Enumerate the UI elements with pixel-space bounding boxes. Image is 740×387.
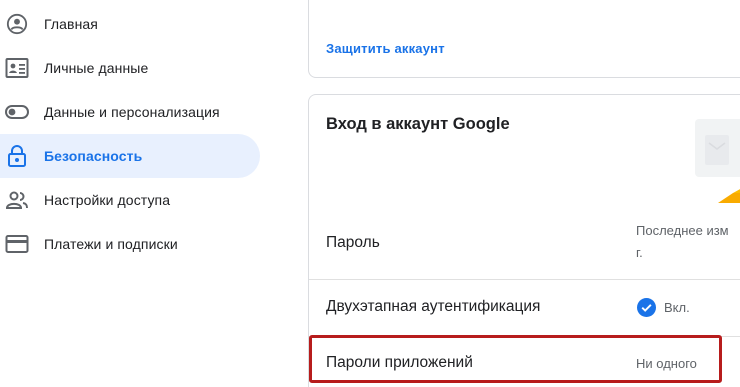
card-title: Вход в аккаунт Google: [326, 115, 510, 133]
people-icon: [5, 188, 29, 212]
check-circle-icon: [637, 298, 656, 322]
sidebar-item-home[interactable]: Главная: [0, 2, 260, 46]
sidebar-item-payments[interactable]: Платежи и подписки: [0, 222, 260, 266]
sidebar-item-label: Главная: [44, 16, 98, 32]
sidebar-item-label: Настройки доступа: [44, 192, 171, 208]
password-last-changed-suffix: г.: [636, 245, 643, 260]
sidebar-item-access-settings[interactable]: Настройки доступа: [0, 178, 260, 222]
two-step-status: Вкл.: [664, 300, 690, 315]
account-circle-icon: [5, 12, 29, 36]
sidebar-item-label: Данные и персонализация: [44, 104, 220, 120]
app-passwords-value: Ни одного: [636, 356, 697, 371]
sidebar-item-label: Безопасность: [44, 148, 143, 164]
sidebar: Главная Личные данные Данные и персонали…: [0, 0, 290, 387]
credit-card-icon: [5, 232, 29, 256]
app-passwords-row[interactable]: Пароли приложений Ни одного: [309, 337, 740, 387]
signin-illustration-icon: [695, 119, 740, 203]
app-passwords-label: Пароли приложений: [326, 354, 473, 371]
password-label: Пароль: [326, 234, 380, 251]
security-issues-card: Защитить аккаунт: [308, 0, 740, 78]
sidebar-item-data-personalization[interactable]: Данные и персонализация: [0, 90, 260, 134]
password-last-changed: Последнее изм: [636, 223, 729, 238]
two-step-label: Двухэтапная аутентификация: [326, 298, 541, 315]
sidebar-item-security[interactable]: Безопасность: [0, 134, 260, 178]
sidebar-item-label: Платежи и подписки: [44, 236, 178, 252]
sidebar-item-personal-info[interactable]: Личные данные: [0, 46, 260, 90]
toggle-icon: [5, 100, 29, 124]
password-row[interactable]: Пароль Последнее изм г.: [309, 213, 740, 275]
protect-account-link[interactable]: Защитить аккаунт: [326, 41, 445, 56]
page: Главная Личные данные Данные и персонали…: [0, 0, 740, 387]
lock-icon: [5, 144, 29, 168]
sidebar-item-label: Личные данные: [44, 60, 149, 76]
signin-card: Вход в аккаунт Google Пароль Последнее и…: [308, 94, 740, 387]
two-step-verification-row[interactable]: Двухэтапная аутентификация Вкл.: [309, 280, 740, 336]
id-card-icon: [5, 56, 29, 80]
